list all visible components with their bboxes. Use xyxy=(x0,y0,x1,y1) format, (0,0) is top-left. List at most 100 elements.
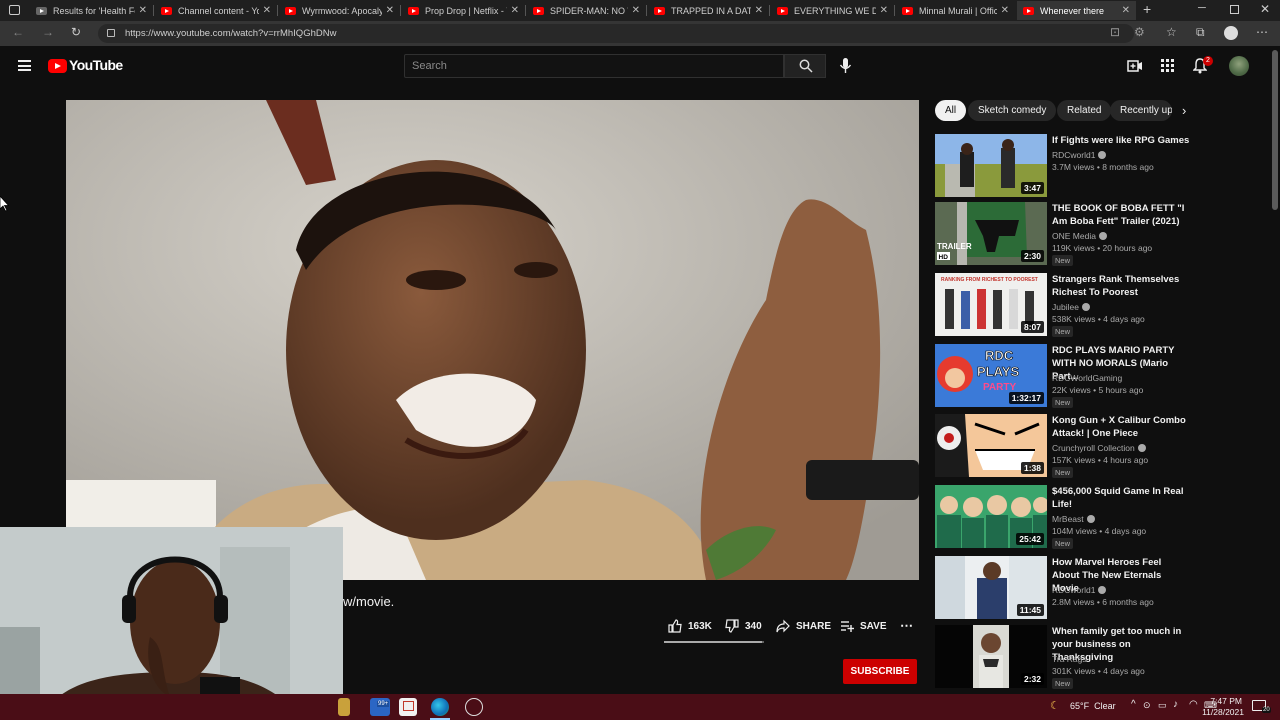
tab-close-icon[interactable]: ✕ xyxy=(632,5,640,16)
weather-text[interactable]: 65°F Clear xyxy=(1070,701,1116,711)
tab-close-icon[interactable]: ✕ xyxy=(139,5,147,16)
browser-tab[interactable]: Prop Drop | Netflix - Y ✕ xyxy=(402,1,525,20)
recommendation-title[interactable]: Strangers Rank Themselves Richest To Poo… xyxy=(1052,273,1190,299)
recommendation-item[interactable]: TRAILER HD 2:30 THE BOOK OF BOBA FETT "I Am… xyxy=(935,202,1190,266)
maximize-icon[interactable] xyxy=(1230,5,1239,14)
chevron-right-icon[interactable]: › xyxy=(1182,103,1186,118)
video-thumbnail[interactable]: RDC PLAYS PARTY 1:32:17 xyxy=(935,344,1047,407)
tab-close-icon[interactable]: ✕ xyxy=(1122,5,1130,16)
channel-name-row[interactable]: RDCWorldGaming xyxy=(1052,373,1122,383)
recommendation-item[interactable]: 3:47 If Fights were like RPG Games RDCworl… xyxy=(935,134,1190,198)
clock-date[interactable]: 11/28/2021 xyxy=(1198,707,1244,717)
subscribe-button[interactable]: SUBSCRIBE xyxy=(843,659,917,684)
microphone-icon[interactable] xyxy=(837,56,855,76)
channel-name-row[interactable]: Tra Rags xyxy=(1052,654,1087,664)
taskbar-app-partial[interactable] xyxy=(338,698,350,716)
forward-icon[interactable]: → xyxy=(42,25,54,39)
channel-name-row[interactable]: RDCworld1 xyxy=(1052,585,1107,595)
channel-name-row[interactable]: MrBeast xyxy=(1052,514,1095,524)
address-bar[interactable]: https://www.youtube.com/watch?v=rrMhIQGh… xyxy=(98,24,1134,43)
profile-avatar[interactable] xyxy=(1224,26,1238,40)
browser-tab[interactable]: SPIDER-MAN: NO WA ✕ xyxy=(527,1,646,20)
tab-close-icon[interactable]: ✕ xyxy=(386,5,394,16)
save-button[interactable]: SAVE xyxy=(840,619,887,633)
channel-name[interactable]: Crunchyroll Collection xyxy=(1052,443,1135,453)
wifi-icon[interactable]: ◠ xyxy=(1189,699,1198,710)
recommendation-item[interactable]: 2:32 When family get too much in your bus… xyxy=(935,625,1190,689)
volume-icon[interactable]: ♪ xyxy=(1173,699,1178,710)
recommendation-title[interactable]: Kong Gun + X Calibur Combo Attack! | One… xyxy=(1052,414,1190,440)
chip-recently-uploaded[interactable]: Recently up xyxy=(1110,100,1172,121)
minimize-icon[interactable]: ─ xyxy=(1198,2,1206,14)
video-thumbnail[interactable]: TRAILER HD 2:30 xyxy=(935,202,1047,265)
tab-close-icon[interactable]: ✕ xyxy=(755,5,763,16)
collections-icon[interactable]: ⧉ xyxy=(1196,25,1205,40)
like-button[interactable]: 163K xyxy=(668,619,712,633)
youtube-logo-icon[interactable] xyxy=(48,59,67,73)
video-thumbnail[interactable]: 25:42 xyxy=(935,485,1047,548)
browser-tab[interactable]: Channel content - You ✕ xyxy=(155,1,277,20)
dislike-button[interactable]: 340 xyxy=(725,619,762,633)
channel-name[interactable]: RDCworld1 xyxy=(1052,150,1095,160)
channel-name[interactable]: Tra Rags xyxy=(1052,654,1087,664)
new-tab-icon[interactable]: + xyxy=(1143,1,1151,17)
tab-actions-icon[interactable] xyxy=(9,5,20,15)
video-thumbnail[interactable]: 11:45 xyxy=(935,556,1047,619)
extension-icon[interactable]: ⚙ xyxy=(1134,25,1145,39)
edge-browser-icon[interactable] xyxy=(431,698,449,716)
video-player[interactable] xyxy=(66,100,919,580)
mail-app-icon[interactable]: 99+ xyxy=(370,698,390,716)
recommendation-item[interactable]: 11:45 How Marvel Heroes Feel About The Ne… xyxy=(935,556,1190,620)
settings-app-icon[interactable] xyxy=(465,698,483,716)
channel-name[interactable]: RDCWorldGaming xyxy=(1052,373,1122,383)
video-thumbnail[interactable]: 3:47 xyxy=(935,134,1047,197)
channel-name-row[interactable]: Crunchyroll Collection xyxy=(1052,443,1146,453)
favorites-star-icon[interactable]: ☆ xyxy=(1166,25,1177,39)
search-button[interactable] xyxy=(784,54,826,78)
video-thumbnail[interactable]: 1:38 xyxy=(935,414,1047,477)
youtube-logo-text[interactable]: YouTube xyxy=(69,57,123,73)
apps-grid-icon[interactable] xyxy=(1161,59,1174,72)
network-icon[interactable]: ⊙ xyxy=(1143,700,1151,711)
channel-name[interactable]: RDCworld1 xyxy=(1052,585,1095,595)
share-button[interactable]: SHARE xyxy=(776,619,831,633)
browser-tab[interactable]: Minnal Murali | Offici ✕ xyxy=(896,1,1015,20)
video-thumbnail[interactable]: RANKING FROM RICHEST TO POOREST 8:07 xyxy=(935,273,1047,336)
search-input[interactable]: Search xyxy=(404,54,784,78)
tab-close-icon[interactable]: ✕ xyxy=(1001,5,1009,16)
back-icon[interactable]: ← xyxy=(12,25,24,39)
more-actions-icon[interactable]: ⋯ xyxy=(900,618,913,633)
recommendation-title[interactable]: THE BOOK OF BOBA FETT "I Am Boba Fett" T… xyxy=(1052,202,1190,228)
tab-close-icon[interactable]: ✕ xyxy=(880,5,888,16)
channel-name-row[interactable]: Jubilee xyxy=(1052,302,1090,312)
channel-name[interactable]: Jubilee xyxy=(1052,302,1079,312)
chip-related[interactable]: Related xyxy=(1057,100,1112,121)
recommendation-title[interactable]: If Fights were like RPG Games xyxy=(1052,134,1190,147)
account-avatar[interactable] xyxy=(1229,56,1249,76)
chip-sketch-comedy[interactable]: Sketch comedy xyxy=(968,100,1057,121)
read-aloud-icon[interactable]: ⊡ xyxy=(1110,25,1120,39)
create-video-icon[interactable] xyxy=(1127,59,1143,73)
refresh-icon[interactable]: ↻ xyxy=(71,25,81,39)
channel-name-row[interactable]: ONE Media xyxy=(1052,231,1107,241)
browser-menu-icon[interactable]: ⋯ xyxy=(1256,25,1268,39)
browser-tab[interactable]: EVERYTHING WE DO ✕ xyxy=(771,1,894,20)
video-thumbnail[interactable]: 2:32 xyxy=(935,625,1047,688)
browser-tab[interactable]: Results for 'Health Fo ✕ xyxy=(30,1,153,20)
recommendation-item[interactable]: 25:42 $456,000 Squid Game In Real Life! Mr… xyxy=(935,485,1190,549)
browser-tab[interactable]: Wyrmwood: Apocalyp ✕ xyxy=(279,1,400,20)
channel-name[interactable]: ONE Media xyxy=(1052,231,1096,241)
tray-chevron-icon[interactable]: ^ xyxy=(1131,699,1136,710)
calendar-app-icon[interactable] xyxy=(399,698,417,716)
recommendation-item[interactable]: RDC PLAYS PARTY 1:32:17 RDC PLAYS MARIO PART… xyxy=(935,344,1190,408)
recommendation-item[interactable]: RANKING FROM RICHEST TO POOREST 8:07 Stran… xyxy=(935,273,1190,337)
browser-tab[interactable]: TRAPPED IN A DATIN ✕ xyxy=(648,1,769,20)
chip-all[interactable]: All xyxy=(935,100,967,121)
tray-app-icon[interactable]: ▭ xyxy=(1158,700,1167,711)
recommendation-item[interactable]: 1:38 Kong Gun + X Calibur Combo Attack! |… xyxy=(935,414,1190,478)
channel-name[interactable]: MrBeast xyxy=(1052,514,1084,524)
tab-close-icon[interactable]: ✕ xyxy=(263,5,271,16)
close-window-icon[interactable]: ✕ xyxy=(1260,2,1270,16)
scrollbar-thumb[interactable] xyxy=(1272,50,1278,210)
recommendation-title[interactable]: $456,000 Squid Game In Real Life! xyxy=(1052,485,1190,511)
